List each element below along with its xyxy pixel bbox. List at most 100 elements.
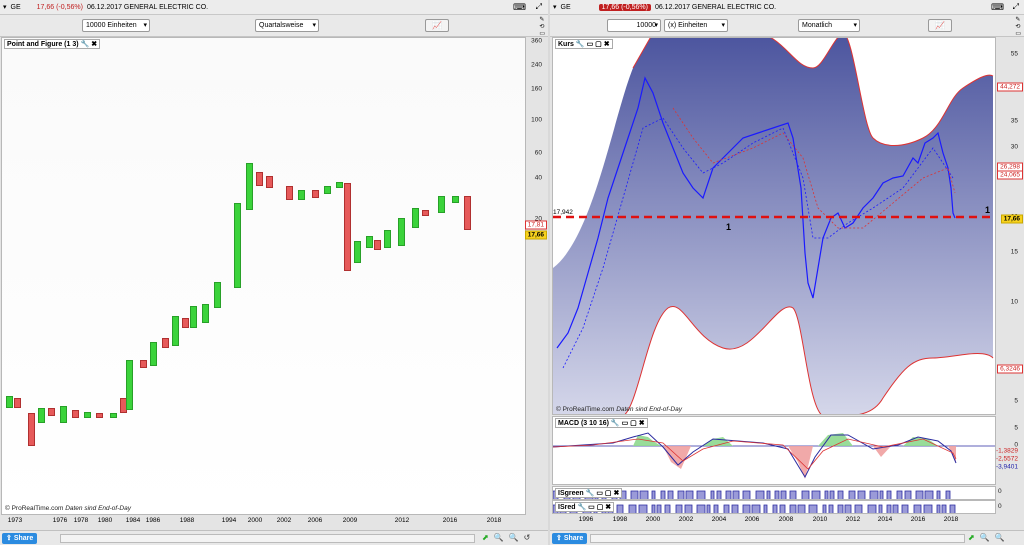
price-chart-svg [553, 38, 995, 414]
axis-tick: 60 [534, 149, 542, 157]
axis-tick: 10 [1010, 298, 1018, 306]
support-level-label: 17,942 [553, 209, 573, 216]
wrench-icon[interactable]: 🔧 [611, 420, 620, 427]
pf-x-column [246, 163, 253, 210]
axis-tick: 2018 [943, 516, 959, 523]
price-label: 44,272 [997, 82, 1023, 92]
keyboard-icon[interactable]: ⌨ [991, 2, 1004, 13]
title-bar: ▾ GE 17,66 (-0,56%) 06.12.2017 GENERAL E… [550, 0, 1024, 15]
symbol[interactable]: GE [561, 4, 571, 11]
axis-tick: 1984 [125, 517, 141, 524]
zoom-out-icon[interactable]: 🔍 [980, 533, 990, 543]
wrench-icon[interactable]: 🔧 [586, 490, 595, 497]
toolbar: 10000 (x) Einheiten Monatlich 📈 ✎⟲▭ [550, 15, 1024, 37]
pf-x-column [366, 236, 373, 248]
share-button[interactable]: ⇪ Share [552, 533, 588, 544]
price-panel[interactable]: Kurs 🔧 ▭ ▢ ✖ 17,942 1 1 © ProRealTime.co… [552, 37, 996, 415]
chart-type-icon[interactable]: 📈 [425, 19, 449, 32]
axis-tick: 2016 [910, 516, 926, 523]
close-icon[interactable]: ✖ [91, 41, 97, 48]
axis-tick: 2006 [307, 517, 323, 524]
macd-axis: 5 0 -1,3829 -2,5572 -3,9401 [996, 416, 1024, 485]
window-icon[interactable]: ▭ [587, 41, 594, 48]
axis-tick: 1978 [73, 517, 89, 524]
pf-x-column [190, 306, 197, 328]
period-dropdown[interactable]: Monatlich [798, 19, 860, 32]
horizontal-scrollbar[interactable] [590, 534, 965, 543]
minimize-icon[interactable]: ▢ [605, 490, 612, 497]
axis-tick: 2012 [394, 517, 410, 524]
window-icon: ▾ [553, 4, 557, 11]
isred-panel[interactable]: ISred 🔧 ▭ ▢ ✖ [552, 500, 996, 514]
zoom-in-icon[interactable]: 🔍 [995, 533, 1005, 543]
period-dropdown[interactable]: Quartalsweise [255, 19, 319, 32]
watermark: © ProRealTime.com Daten sind End-of-Day [5, 505, 131, 512]
pf-o-column [182, 318, 189, 328]
macd-label: -3,9401 [995, 463, 1018, 471]
toolbar: 10000 Einheiten Quartalsweise 📈 ✎⟲▭ [0, 15, 548, 37]
minimize-icon[interactable]: ▢ [630, 420, 637, 427]
last-price: 17,66 (-0,56%) [36, 3, 83, 11]
minimize-icon[interactable]: ▢ [597, 504, 604, 511]
signal-line [553, 438, 957, 470]
price-label: 17,81 [524, 220, 547, 230]
pf-o-column [256, 172, 263, 186]
share-button[interactable]: ⇪ Share [2, 533, 38, 544]
units-dropdown[interactable]: 10000 Einheiten [82, 19, 150, 32]
chart-type-icon[interactable]: 📈 [928, 19, 952, 32]
pf-x-column [234, 203, 241, 288]
expand-icon[interactable]: ⤢ [536, 2, 542, 12]
isred-value: 0 [998, 503, 1002, 510]
panel-title: MACD (3 10 16) 🔧 ▭ ▢ ✖ [555, 418, 648, 428]
pf-x-column [452, 196, 459, 203]
pf-o-column [422, 210, 429, 216]
mark-1: 1 [726, 222, 732, 232]
left-chart-window: ▾ GE 17,66 (-0,56%) 06.12.2017 GENERAL E… [0, 0, 548, 545]
wrench-icon[interactable]: 🔧 [577, 504, 586, 511]
pf-x-column [298, 190, 305, 200]
symbol[interactable]: GE [11, 4, 21, 11]
close-icon[interactable]: ✖ [604, 41, 610, 48]
time-axis: 1996 1998 2000 2002 2004 2006 2008 2010 2012 2014… [552, 515, 996, 527]
macd-neg-histogram [663, 446, 956, 479]
point-figure-panel[interactable]: Point and Figure (1 3) 🔧 ✖ © ProRealTime… [1, 37, 526, 515]
axis-tick: 2014 [877, 516, 893, 523]
pf-x-column [384, 230, 391, 248]
units-dropdown[interactable]: (x) Einheiten [664, 19, 728, 32]
green-chart-icon[interactable]: ⬈ [968, 533, 975, 543]
window-icon[interactable]: ▭ [622, 420, 629, 427]
reset-zoom-icon[interactable]: ↺ [524, 533, 531, 543]
horizontal-scrollbar[interactable] [60, 534, 475, 543]
close-icon[interactable]: ✖ [605, 504, 611, 511]
zoom-out-icon[interactable]: 🔍 [494, 533, 504, 543]
expand-icon[interactable]: ⤢ [1013, 2, 1019, 12]
price-label: 6,3246 [997, 364, 1023, 374]
axis-tick: 2018 [486, 517, 502, 524]
axis-tick: 2016 [442, 517, 458, 524]
pf-o-column [344, 183, 351, 271]
close-icon[interactable]: ✖ [639, 420, 645, 427]
axis-tick: 2006 [744, 516, 760, 523]
minimize-icon[interactable]: ▢ [595, 41, 602, 48]
pf-x-column [412, 208, 419, 228]
wrench-icon[interactable]: 🔧 [81, 41, 90, 48]
instrument-title: 06.12.2017 GENERAL ELECTRIC CO. [654, 3, 777, 11]
axis-tick: 100 [531, 116, 542, 124]
wrench-icon[interactable]: 🔧 [576, 41, 585, 48]
isgreen-value: 0 [998, 488, 1002, 495]
quantity-input[interactable]: 10000 [607, 19, 661, 32]
axis-tick: 1988 [179, 517, 195, 524]
panel-title: ISred 🔧 ▭ ▢ ✖ [555, 502, 615, 512]
pf-o-column [374, 240, 381, 250]
axis-tick: 1980 [97, 517, 113, 524]
window-icon[interactable]: ▭ [588, 504, 595, 511]
macd-panel[interactable]: MACD (3 10 16) 🔧 ▭ ▢ ✖ [552, 416, 996, 485]
pf-x-column [214, 282, 221, 308]
keyboard-icon[interactable]: ⌨ [513, 2, 526, 13]
zoom-in-icon[interactable]: 🔍 [509, 533, 519, 543]
window-icon[interactable]: ▭ [596, 490, 603, 497]
green-chart-icon[interactable]: ⬈ [482, 533, 489, 543]
isgreen-panel[interactable]: ISgreen 🔧 ▭ ▢ ✖ [552, 486, 996, 500]
close-icon[interactable]: ✖ [613, 490, 619, 497]
axis-tick: 2000 [247, 517, 263, 524]
